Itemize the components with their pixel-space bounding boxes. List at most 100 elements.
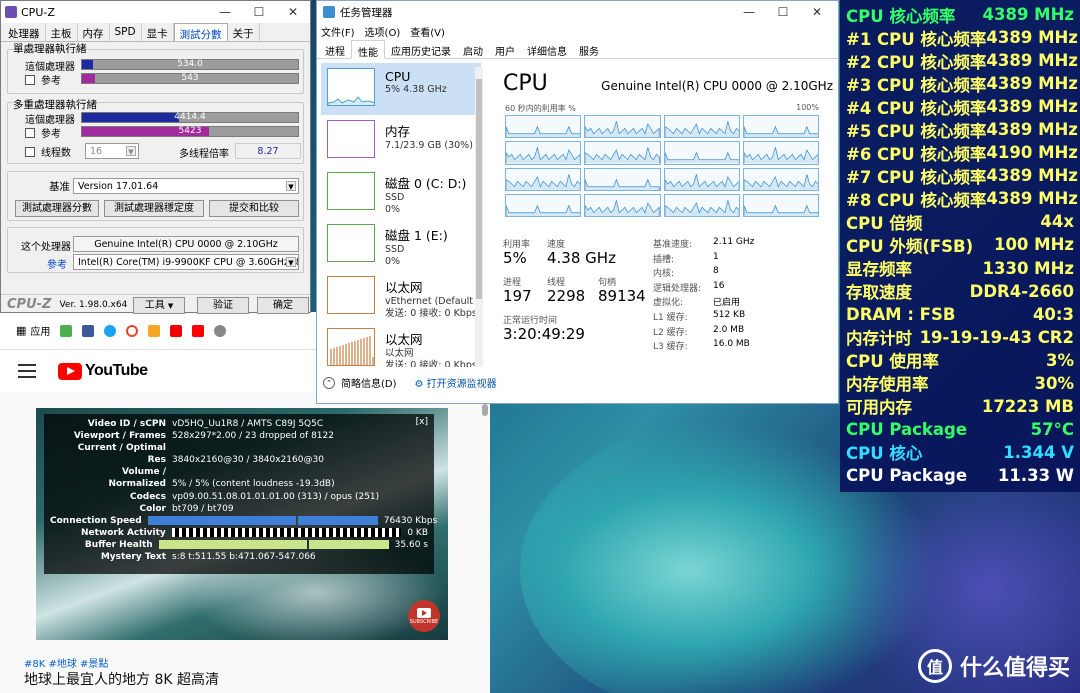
cpuz-tab[interactable]: 内存: [78, 23, 110, 41]
stats-key: Connection Speed: [50, 515, 142, 526]
cpu-core-graph: [742, 115, 819, 139]
youtube-bookmark-icon[interactable]: [192, 324, 205, 337]
bookmark-green-icon[interactable]: [60, 324, 73, 337]
osd-label: #3 CPU 核心频率: [846, 75, 987, 95]
youtube-logo[interactable]: YouTube: [58, 362, 148, 380]
ok-button[interactable]: 确定: [257, 297, 309, 314]
cpuz-tab[interactable]: SPD: [110, 23, 142, 41]
cpu-spec-key: 虚拟化:: [653, 298, 684, 309]
osd-value: 1.344 V: [1003, 442, 1074, 462]
taskmgr-tab[interactable]: 应用历史记录: [385, 40, 457, 58]
bench-cpu-button[interactable]: 測試處理器分數: [15, 200, 99, 217]
stats-value: 528x297*2.00 / 23 dropped of 8122: [172, 431, 334, 442]
single-ref-checkbox[interactable]: [25, 74, 35, 85]
taskmgr-tab[interactable]: 详细信息: [521, 40, 573, 58]
cpuz-logo: CPU-Z: [7, 297, 52, 312]
perf-sidebar-item[interactable]: 以太网 以太网 发送: 0 接收: 0 Kbps: [321, 323, 481, 367]
perf-thumbnail-graph: [327, 276, 375, 314]
multi-ref-checkbox[interactable]: [25, 127, 35, 138]
taskmgr-tab[interactable]: 服务: [573, 40, 605, 58]
osd-label: #1 CPU 核心频率: [846, 29, 987, 49]
taskmgr-tab[interactable]: 性能: [351, 40, 385, 59]
apps-bookmark[interactable]: ▦ 应用: [16, 323, 50, 338]
menu-item[interactable]: 查看(V): [410, 24, 445, 39]
facebook-icon[interactable]: [82, 324, 95, 337]
cpu-model-name: Genuine Intel(R) CPU 0000 @ 2.10GHz: [601, 79, 833, 93]
maximize-icon[interactable]: ☐: [766, 5, 800, 19]
cpu-spec-row: L2 缓存: 2.0 MB: [653, 325, 813, 338]
stats-key: Codecs: [129, 491, 166, 502]
ref-processor-select[interactable]: Intel(R) Core(TM) i9-9900KF CPU @ 3.60GH…: [73, 254, 299, 270]
cpu-core-graph: [505, 167, 582, 191]
taskmgr-tab[interactable]: 启动: [457, 40, 489, 58]
cpu-core-graph: [663, 115, 740, 139]
cpu-spec-key: L1 缓存:: [653, 313, 688, 323]
subscribe-label: SUBSCRIBE: [409, 618, 439, 625]
validate-button[interactable]: 验证: [197, 297, 249, 314]
resource-monitor-link[interactable]: ⚙ 打开资源监视器: [415, 375, 497, 390]
benchmark-version-select[interactable]: Version 17.01.64 ▼: [73, 178, 299, 194]
video-player[interactable]: [x] Video ID / sCPN vD5HQ_Uu1R8 / AMTS C8…: [36, 408, 448, 640]
osd-row: CPU 核心 1.344 V: [840, 441, 1080, 464]
perf-sidebar-item[interactable]: 磁盘 1 (E:) SSD 0%: [321, 219, 481, 271]
threads-checkbox[interactable]: [25, 146, 35, 157]
osd-row: #8 CPU 核心频率 4389 MHz: [840, 187, 1080, 210]
maximize-icon[interactable]: ☐: [242, 5, 276, 19]
cpuz-titlebar[interactable]: CPU-Z — ☐ ✕: [1, 1, 310, 23]
cpuz-tab[interactable]: 主板: [46, 23, 78, 41]
perf-sidebar-name: CPU: [385, 69, 411, 84]
tmall-icon[interactable]: [170, 324, 183, 337]
video-hashtags[interactable]: #8K #地球 #景點: [24, 655, 108, 670]
tools-button[interactable]: 工具 ▼: [133, 297, 185, 314]
perf-thumbnail-graph: [327, 68, 375, 106]
this-processor-name-label: 这个处理器: [21, 242, 71, 253]
collapse-arrow-icon[interactable]: ⌃: [323, 376, 335, 389]
osd-label: CPU Package: [846, 465, 968, 485]
perf-sidebar-item[interactable]: 磁盘 0 (C: D:) SSD 0%: [321, 167, 481, 219]
fewer-details-link[interactable]: 简略信息(D): [341, 375, 397, 390]
close-icon[interactable]: ✕: [276, 5, 310, 19]
perf-sidebar-scrollbar[interactable]: [475, 67, 483, 367]
menu-item[interactable]: 选项(O): [365, 24, 401, 39]
close-icon[interactable]: ✕: [800, 5, 834, 19]
stats-close-button[interactable]: [x]: [416, 417, 428, 427]
google-icon[interactable]: [126, 324, 139, 337]
cpuz-tab[interactable]: 显卡: [142, 23, 174, 41]
taskmgr-titlebar[interactable]: 任务管理器 — ☐ ✕: [317, 1, 838, 23]
submit-compare-button[interactable]: 提交和比较: [209, 200, 299, 217]
minimize-icon[interactable]: —: [732, 5, 766, 19]
taskmgr-tab[interactable]: 用户: [489, 40, 521, 58]
subscribe-button[interactable]: SUBSCRIBE: [408, 600, 440, 632]
menu-icon[interactable]: [18, 364, 36, 378]
osd-value: 4389 MHz: [986, 189, 1078, 209]
cpuz-tab[interactable]: 关于: [228, 23, 260, 41]
twitter-icon[interactable]: [104, 324, 117, 337]
globe-icon[interactable]: [214, 324, 227, 337]
perf-sidebar-name: 以太网: [385, 332, 423, 347]
multi-thread-group-title: 多重處理器執行緒: [13, 99, 97, 111]
osd-label: 内存使用率: [846, 375, 929, 395]
osd-value: 4389 MHz: [986, 74, 1078, 94]
stress-cpu-button[interactable]: 測試處理器穩定度: [104, 200, 204, 217]
menu-item[interactable]: 文件(F): [321, 24, 355, 39]
cpu-spec-value: 2.0 MB: [713, 324, 745, 335]
cpuz-tab[interactable]: 处理器: [3, 23, 46, 41]
threads-select[interactable]: 16 ▼: [85, 143, 139, 159]
shopping-bag-icon[interactable]: [148, 324, 161, 337]
tools-label: 工具: [144, 300, 165, 311]
taskmgr-tab[interactable]: 进程: [319, 40, 351, 58]
processes-value: 197: [503, 287, 532, 305]
perf-sidebar-item[interactable]: CPU 5% 4.38 GHz: [321, 63, 481, 115]
cpuz-tab[interactable]: 測試分數: [173, 23, 228, 41]
cpu-spec-value: 已启用: [713, 298, 741, 309]
threads-value: 16: [90, 146, 103, 157]
osd-value: 4389 MHz: [986, 120, 1078, 140]
multi-this-bar: 4414.4: [81, 112, 299, 123]
cpu-spec-key: L2 缓存:: [653, 327, 688, 338]
osd-label: DRAM : FSB: [846, 304, 956, 324]
perf-sidebar-item[interactable]: 以太网 vEthernet (Default 发送: 0 接收: 0 Kbps: [321, 271, 481, 323]
page-scrollbar[interactable]: [482, 404, 488, 416]
minimize-icon[interactable]: —: [208, 5, 242, 19]
osd-label: #5 CPU 核心频率: [846, 121, 987, 141]
perf-sidebar-item[interactable]: 内存 7.1/23.9 GB (30%): [321, 115, 481, 167]
